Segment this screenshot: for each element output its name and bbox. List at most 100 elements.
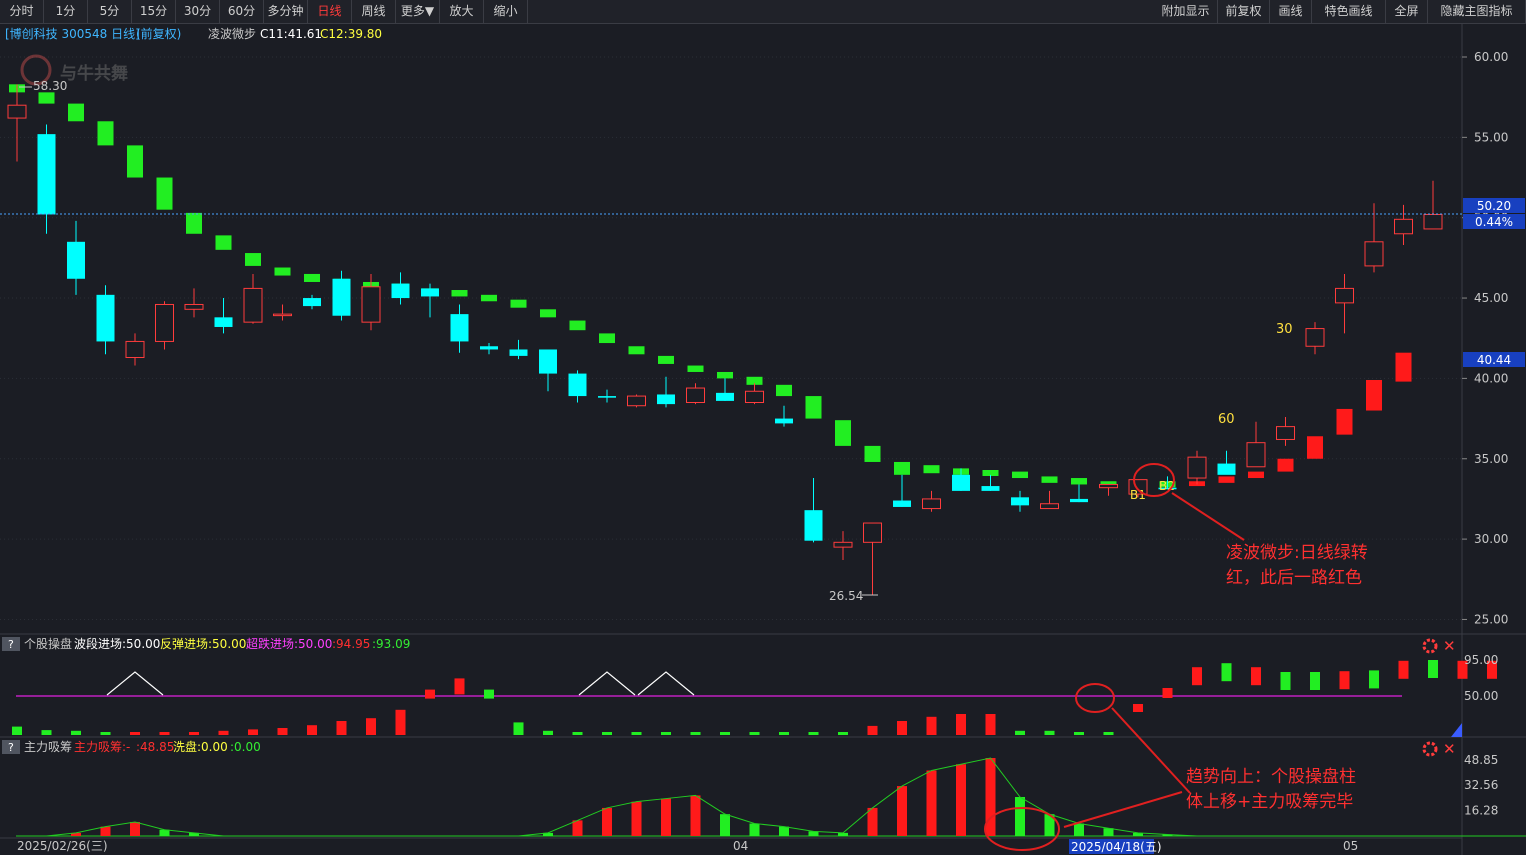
sub2-bar — [779, 826, 789, 836]
candle-body — [391, 283, 410, 299]
toolbar-right-btn-1[interactable]: 前复权 — [1218, 0, 1270, 23]
candle-body — [214, 317, 233, 327]
toolbar-btn-4[interactable]: 30分 — [176, 0, 220, 23]
sub2-bar — [690, 795, 701, 836]
sub1-bar — [779, 732, 789, 735]
sub2-v2: :0.00 — [230, 740, 261, 754]
toolbar-btn-5[interactable]: 60分 — [220, 0, 264, 23]
sub1-bar — [1015, 730, 1025, 735]
sub1-bar — [1251, 667, 1261, 686]
sub1-bar — [1074, 732, 1084, 735]
sub1-bar — [189, 732, 199, 735]
toolbar-right-btn-2[interactable]: 画线 — [1270, 0, 1312, 23]
lbwb-green-block — [510, 299, 527, 308]
lbwb-green-block — [923, 465, 940, 474]
sub1-y-label: 95.00 — [1464, 653, 1498, 667]
sub2-bar — [159, 829, 170, 836]
lbwb-red-block — [1366, 380, 1382, 411]
candle-body — [1335, 287, 1354, 304]
candle-body — [833, 541, 853, 548]
sub2-v1: :48.85 — [136, 740, 174, 754]
kline-chart-area: 与牛共舞 [博创科技 300548 日线] (前复权) 凌波微步 C11:41.… — [0, 24, 1526, 855]
sub2-y-label: 48.85 — [1464, 753, 1498, 767]
candle-body — [7, 104, 27, 119]
sub1-bar — [484, 689, 494, 699]
sub2-bar — [926, 770, 937, 836]
sub2-main: 主力吸筹:- — [74, 740, 130, 754]
sub1-bar — [248, 729, 258, 735]
sub1-bar — [1280, 672, 1291, 690]
lbwb-green-block — [776, 384, 792, 397]
sub1-bar — [572, 732, 583, 735]
watermark-text: 与牛共舞 — [60, 63, 128, 84]
candle-body — [1246, 442, 1266, 468]
marker-60: 60 — [1218, 412, 1235, 427]
sub2-bar — [808, 831, 819, 836]
sub2-bar — [867, 807, 878, 836]
toolbar-btn-9[interactable]: 更多▼ — [396, 0, 440, 23]
sub1-v1: :94.95 — [332, 637, 370, 651]
sub1-bar — [1310, 672, 1320, 690]
close-icon[interactable]: ✕ — [1443, 637, 1456, 655]
candle-body — [96, 294, 115, 342]
candle-body — [893, 500, 911, 507]
x-month-04: 04 — [733, 839, 748, 853]
candle-body — [598, 396, 616, 398]
toolbar-right-btn-4[interactable]: 全屏 — [1386, 0, 1428, 23]
candle-body — [804, 510, 823, 541]
candle-body — [1011, 497, 1029, 506]
lbwb-green-block — [481, 294, 497, 302]
sub1-bar — [838, 732, 848, 735]
sub1-y-label: 50.00 — [1464, 689, 1498, 703]
toolbar-right-btn-3[interactable]: 特色画线 — [1312, 0, 1386, 23]
lbwb-green-block — [628, 346, 645, 355]
sub1-bar — [897, 721, 907, 735]
sub2-bar — [1074, 823, 1084, 836]
indicator-c1: C11:41.61 — [260, 27, 322, 41]
candle-body — [1423, 213, 1443, 230]
lbwb-green-block — [156, 177, 173, 210]
candle-body — [1305, 328, 1325, 347]
toolbar-btn-3[interactable]: 15分 — [132, 0, 176, 23]
lbwb-green-block — [1071, 478, 1087, 485]
toolbar-btn-2[interactable]: 5分 — [88, 0, 132, 23]
candle-body — [1040, 503, 1059, 510]
high-label: 58.30 — [33, 79, 67, 93]
sub1-bar — [1162, 688, 1173, 698]
candle-body — [686, 387, 705, 404]
x-start-date: 2025/02/26(三) — [17, 839, 108, 853]
lbwb-green-block — [186, 212, 202, 234]
toolbar-right-btn-5[interactable]: 隐藏主图指标 — [1428, 0, 1526, 23]
toolbar-btn-6[interactable]: 多分钟 — [264, 0, 308, 23]
toolbar-btn-11[interactable]: 缩小 — [484, 0, 528, 23]
lbwb-green-block — [68, 103, 84, 122]
indicator-c2: C12:39.80 — [320, 27, 382, 41]
candle-body — [1276, 426, 1295, 440]
stock-title: [博创科技 300548 日线] — [5, 26, 140, 41]
sub2-bar — [985, 758, 996, 836]
sub1-bar — [985, 714, 996, 735]
sub2-bar — [720, 814, 730, 836]
sub1-oversold: 超跌进场:50.00 — [246, 636, 332, 651]
toolbar-btn-0[interactable]: 分时 — [0, 0, 44, 23]
lbwb-green-block — [451, 290, 468, 297]
toolbar-btn-7[interactable]: 日线 — [308, 0, 352, 23]
sub1-bar — [926, 716, 937, 735]
toolbar-btn-10[interactable]: 放大 — [440, 0, 484, 23]
lbwb-green-block — [38, 92, 55, 104]
sub1-bar — [631, 732, 642, 735]
sub1-bar — [1398, 660, 1409, 679]
toolbar-right-btn-0[interactable]: 附加显示 — [1154, 0, 1218, 23]
close-icon-2[interactable]: ✕ — [1443, 740, 1456, 758]
lbwb-green-block — [1012, 471, 1028, 479]
toolbar-btn-8[interactable]: 周线 — [352, 0, 396, 23]
candle-body — [480, 346, 498, 350]
sub1-bar — [395, 709, 406, 735]
toolbar-btn-1[interactable]: 1分 — [44, 0, 88, 23]
sub1-bar — [366, 718, 376, 735]
candle-body — [716, 392, 734, 401]
sub1-bar — [218, 730, 229, 735]
sub2-bar — [572, 820, 583, 836]
pct-value: 0.44% — [1475, 215, 1513, 229]
x-month-05: 05 — [1343, 839, 1358, 853]
